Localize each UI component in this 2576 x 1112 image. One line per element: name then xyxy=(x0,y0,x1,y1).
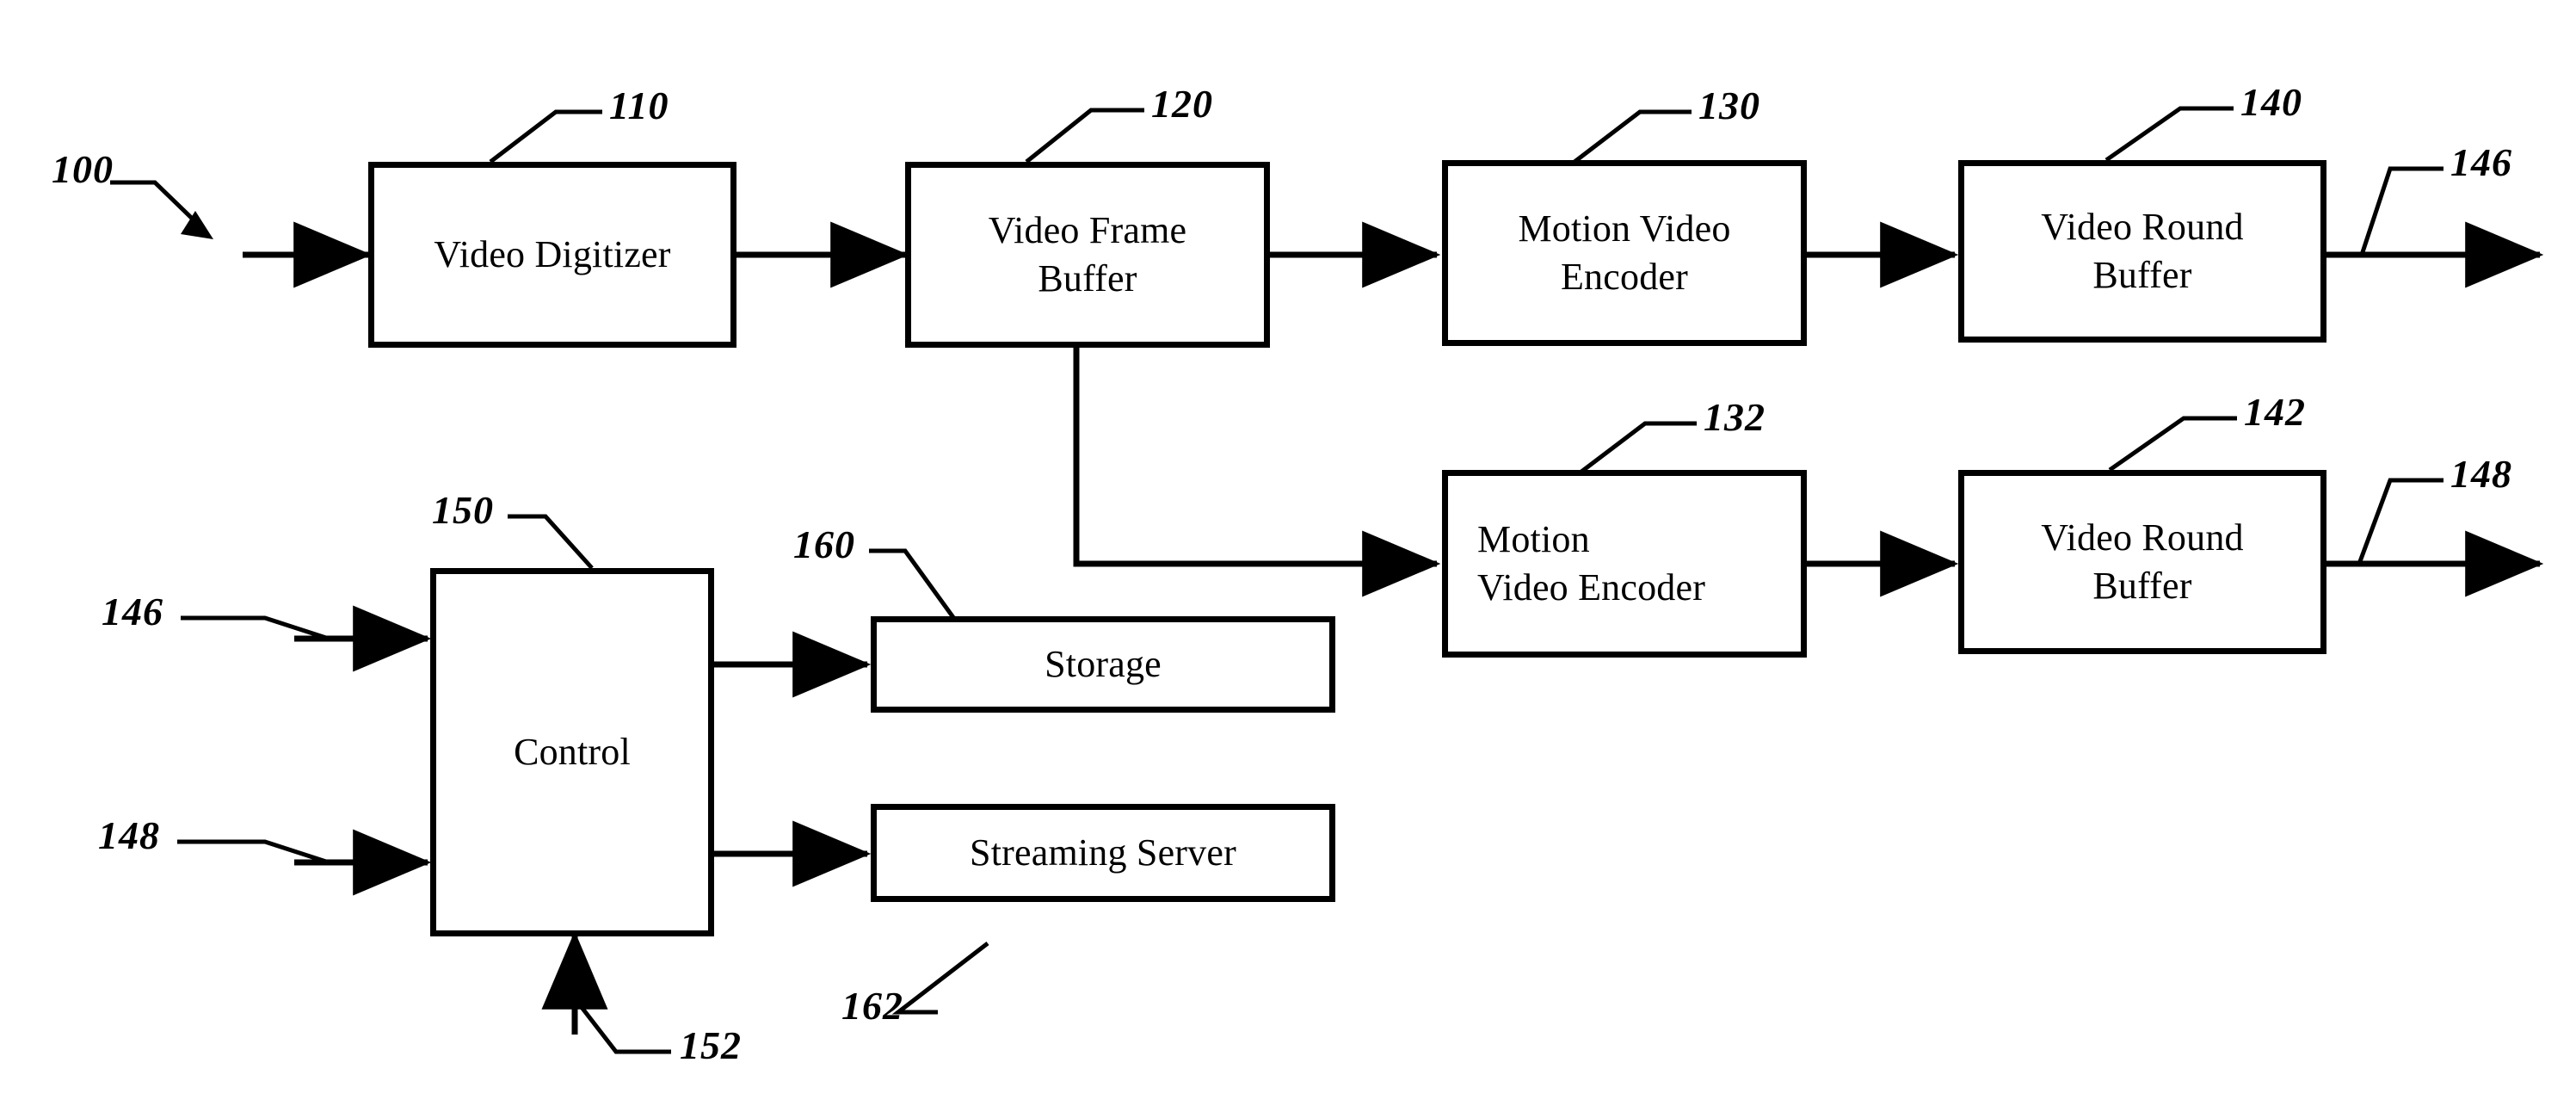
refnum-130: 130 xyxy=(1698,83,1760,127)
refnum-152: 152 xyxy=(680,1023,742,1067)
refnum-142: 142 xyxy=(2244,390,2306,434)
block-storage[interactable]: Storage xyxy=(871,616,1335,713)
block-label: Streaming Server xyxy=(970,831,1236,874)
refnum-162: 162 xyxy=(841,984,903,1028)
refnum-110: 110 xyxy=(609,83,669,127)
block-video-digitizer[interactable]: Video Digitizer xyxy=(368,162,736,348)
leader-132 xyxy=(1580,421,1697,473)
leader-140 xyxy=(2105,106,2234,163)
leader-130 xyxy=(1573,109,1692,164)
leader-150 xyxy=(508,514,594,570)
leader-146-out xyxy=(2359,166,2444,256)
block-label: Video Round Buffer xyxy=(2041,205,2244,296)
block-video-round-buffer-142[interactable]: Video Round Buffer xyxy=(1958,470,2326,654)
refnum-148-output: 148 xyxy=(2450,452,2512,496)
leader-146-in xyxy=(181,615,330,641)
block-label: Motion Video Encoder xyxy=(1518,207,1731,298)
leader-152 xyxy=(573,997,671,1054)
block-streaming-server[interactable]: Streaming Server xyxy=(871,804,1335,902)
refnum-140: 140 xyxy=(2240,80,2302,124)
block-label: Video Frame Buffer xyxy=(988,208,1187,300)
block-label: Motion Video Encoder xyxy=(1477,517,1706,609)
block-label: Video Round Buffer xyxy=(2041,516,2244,607)
refnum-150: 150 xyxy=(432,488,494,532)
patent-figure: Video Digitizer Video Frame Buffer Motio… xyxy=(0,0,2576,1112)
elbow-frame-buffer-to-encoder-132 xyxy=(1073,348,1441,597)
leader-148-out xyxy=(2357,478,2444,565)
refnum-120: 120 xyxy=(1151,82,1213,126)
refnum-160: 160 xyxy=(793,522,855,566)
refnum-132: 132 xyxy=(1704,395,1766,439)
leader-142 xyxy=(2108,416,2237,473)
refnum-146-output: 146 xyxy=(2450,140,2512,184)
block-label: Control xyxy=(514,730,631,773)
leader-110 xyxy=(489,109,602,164)
refnum-148-input: 148 xyxy=(98,813,160,857)
leader-148-in xyxy=(177,839,330,865)
block-label: Video Digitizer xyxy=(434,232,671,275)
refnum-146-input: 146 xyxy=(102,590,163,633)
block-motion-video-encoder-132[interactable]: Motion Video Encoder xyxy=(1442,470,1807,658)
block-video-frame-buffer[interactable]: Video Frame Buffer xyxy=(905,162,1270,348)
block-control[interactable]: Control xyxy=(430,568,714,936)
block-label: Storage xyxy=(1045,642,1162,685)
refnum-100: 100 xyxy=(52,147,114,191)
leader-120 xyxy=(1025,108,1144,164)
block-video-round-buffer-140[interactable]: Video Round Buffer xyxy=(1958,160,2326,343)
block-motion-video-encoder-130[interactable]: Motion Video Encoder xyxy=(1442,160,1807,346)
leader-162 xyxy=(891,942,989,1015)
